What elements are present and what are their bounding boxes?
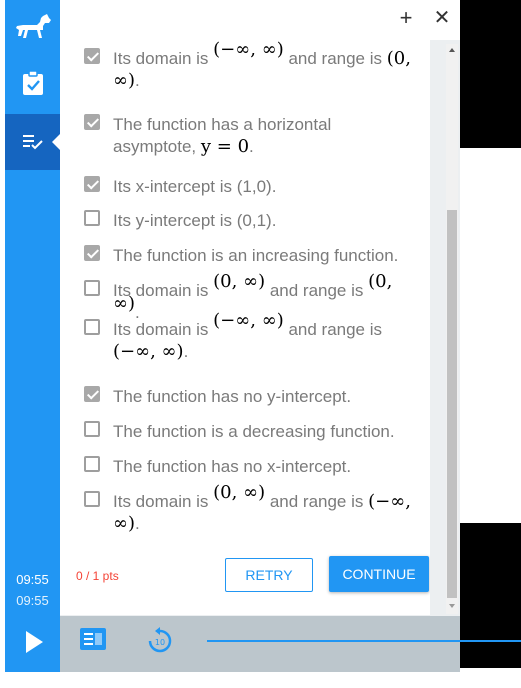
option-text: The function has a horizontal asymptote,…: [113, 114, 413, 158]
dog-logo-icon[interactable]: [13, 12, 53, 44]
player-bar: 10: [5, 616, 521, 672]
option-period: .: [135, 71, 140, 90]
top-bar: + ✕: [60, 0, 460, 40]
option-checkbox[interactable]: [84, 245, 100, 261]
app-rail: 09:55 09:55: [5, 0, 61, 672]
option-text: The function is a decreasing function.: [113, 421, 413, 443]
scrollbar[interactable]: [446, 44, 458, 614]
option-text: The function has no x-intercept.: [113, 456, 413, 478]
clipboard-check-icon[interactable]: [22, 70, 44, 96]
option-text: Its y-intercept is (0,1).: [113, 210, 413, 232]
player-toolbar: [60, 616, 460, 672]
option-checkbox[interactable]: [84, 386, 100, 402]
option-checkbox[interactable]: [84, 421, 100, 437]
option-checkbox[interactable]: [84, 456, 100, 472]
option-text: Its x-intercept is (1,0).: [113, 176, 413, 198]
option-period: .: [249, 137, 254, 156]
scroll-down-arrow[interactable]: [449, 604, 455, 608]
option-text: Its domain is (−∞, ∞) and range is (0, ∞…: [113, 40, 413, 92]
option-label: Its domain is: [113, 49, 214, 68]
option-label: and range is: [265, 492, 369, 511]
option-label: The function is a decreasing function.: [113, 422, 395, 441]
time-total: 09:55: [16, 593, 49, 608]
math-expression: (0, ∞): [213, 482, 266, 503]
option-label: The function is an increasing function.: [113, 246, 399, 265]
option-checkbox[interactable]: [84, 48, 100, 64]
math-expression: (−∞, ∞): [213, 310, 284, 331]
option-text: Its domain is (0, ∞) and range is (−∞, ∞…: [113, 482, 413, 535]
quiz-panel: Its domain is (−∞, ∞) and range is (0, ∞…: [60, 40, 430, 615]
retry-button[interactable]: RETRY: [225, 558, 313, 592]
option-checkbox[interactable]: [84, 114, 100, 130]
option-checkbox[interactable]: [84, 210, 100, 226]
score-label: 0 / 1 pts: [76, 569, 119, 583]
option-label: Its x-intercept is (1,0).: [113, 177, 277, 196]
option-label: Its domain is: [113, 492, 214, 511]
option-label: and range is: [283, 49, 387, 68]
option-period: .: [183, 342, 189, 361]
option-label: Its domain is: [113, 320, 214, 339]
option-label: The function has no y-intercept.: [113, 387, 352, 406]
math-expression: (−∞, ∞): [213, 40, 284, 60]
time-elapsed: 09:55: [16, 572, 49, 587]
option-checkbox[interactable]: [84, 491, 100, 507]
option-text: The function has no y-intercept.: [113, 386, 413, 408]
close-icon[interactable]: ✕: [432, 6, 452, 30]
option-checkbox[interactable]: [84, 280, 100, 296]
math-expression: y = 0: [200, 136, 250, 157]
plus-icon[interactable]: +: [396, 6, 416, 30]
math-expression: (0, ∞): [213, 271, 266, 292]
option-checkbox[interactable]: [84, 176, 100, 192]
scroll-up-arrow[interactable]: [449, 48, 455, 52]
black-margin-top: [460, 0, 521, 148]
option-label: and range is: [265, 281, 369, 300]
play-icon[interactable]: [26, 631, 43, 653]
option-text: Its domain is (−∞, ∞) and range is (−∞, …: [113, 310, 413, 363]
list-check-icon: [23, 135, 43, 150]
svg-text:10: 10: [155, 638, 165, 647]
quiz-nav-item[interactable]: [5, 114, 61, 170]
math-expression: (−∞, ∞): [113, 341, 184, 362]
option-label: Its y-intercept is (0,1).: [113, 211, 277, 230]
option-label: The function has no x-intercept.: [113, 457, 352, 476]
progress-bar[interactable]: [207, 640, 521, 642]
option-label: and range is: [283, 320, 383, 339]
replay-10-icon[interactable]: 10: [145, 626, 175, 656]
transcript-icon[interactable]: [79, 627, 107, 653]
option-period: .: [135, 514, 140, 533]
option-checkbox[interactable]: [84, 319, 100, 335]
option-text: The function is an increasing function.: [113, 245, 413, 267]
continue-button[interactable]: CONTINUE: [329, 556, 429, 592]
scrollbar-thumb[interactable]: [447, 210, 457, 598]
